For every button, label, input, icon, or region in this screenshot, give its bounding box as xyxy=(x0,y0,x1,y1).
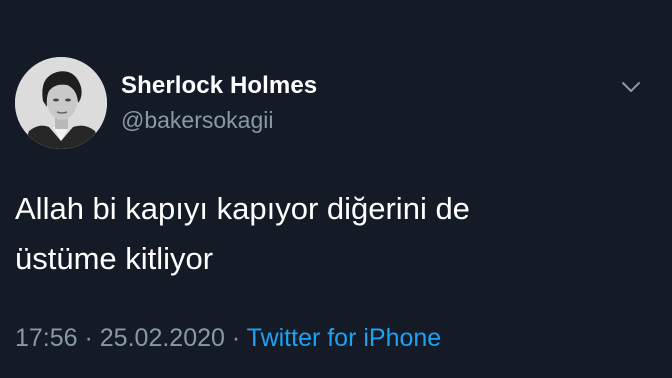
avatar[interactable] xyxy=(15,57,107,149)
chevron-down-icon[interactable] xyxy=(620,78,642,96)
tweet-card: Sherlock Holmes @bakersokagii Allah bi k… xyxy=(0,0,672,378)
tweet-time[interactable]: 17:56 xyxy=(15,324,78,352)
avatar-image xyxy=(15,57,107,149)
tweet-date[interactable]: 25.02.2020 xyxy=(100,324,225,352)
tweet-source-link[interactable]: Twitter for iPhone xyxy=(247,324,442,352)
meta-separator: · xyxy=(77,324,100,352)
author-display-name[interactable]: Sherlock Holmes xyxy=(121,72,317,100)
tweet-meta: 17:56 · 25.02.2020 · Twitter for iPhone xyxy=(15,324,441,353)
tweet-text-line: Allah bi kapıyı kapıyor diğerini de xyxy=(15,191,470,226)
meta-separator: · xyxy=(224,324,247,352)
author-handle[interactable]: @bakersokagii xyxy=(121,107,273,134)
tweet-text-line: üstüme kitliyor xyxy=(15,241,214,276)
tweet-text: Allah bi kapıyı kapıyor diğerini de üstü… xyxy=(15,184,655,284)
